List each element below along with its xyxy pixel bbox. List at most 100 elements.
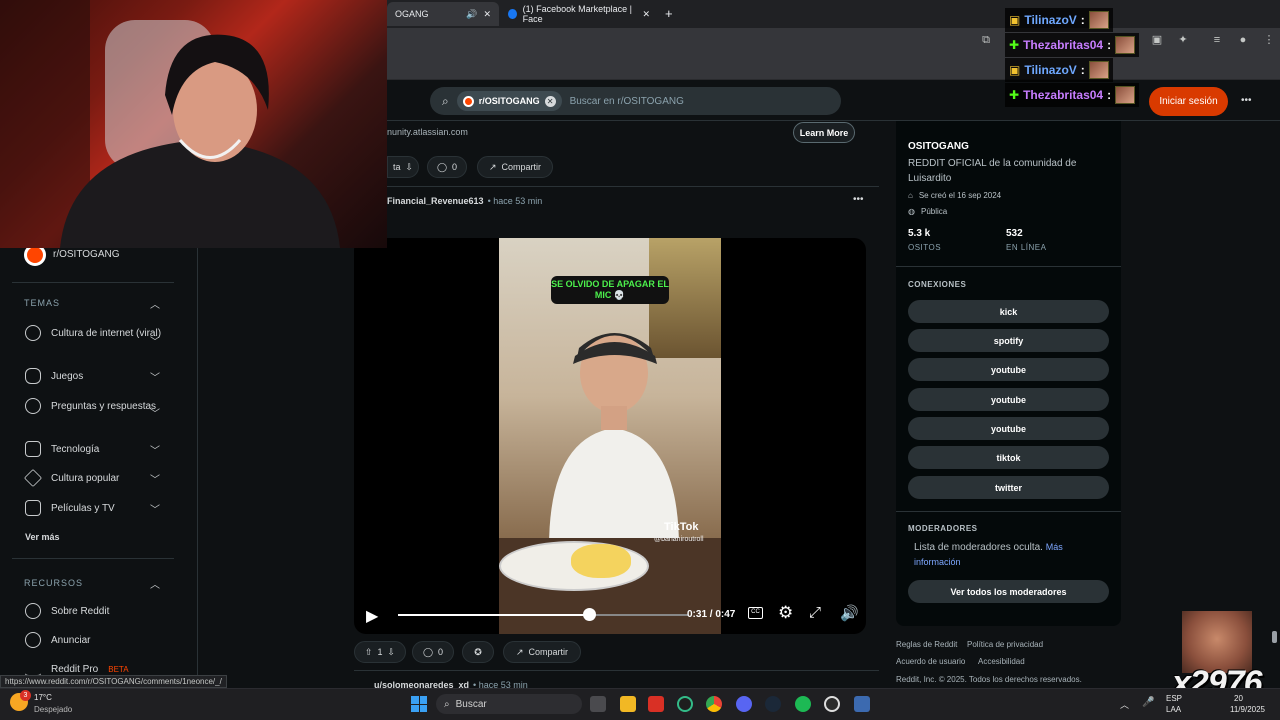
footer-link-accessibility[interactable]: Accesibilidad <box>978 657 1025 666</box>
recursos-header[interactable]: RECURSOS <box>24 578 83 588</box>
current-subreddit-link[interactable]: r/OSITOGANG <box>53 249 120 260</box>
sidebar-item-label: Cultura de internet (viral) <box>51 327 162 339</box>
chevron-down-icon[interactable]: ﹀ <box>150 501 160 516</box>
divider <box>896 266 1121 267</box>
smile-icon <box>25 325 41 341</box>
progress-thumb[interactable] <box>583 608 597 621</box>
chevron-up-icon[interactable]: ︿ <box>150 576 160 591</box>
connection-twitter[interactable]: twitter <box>908 476 1109 499</box>
share-label: Compartir <box>528 647 569 657</box>
connection-kick[interactable]: kick <box>908 300 1109 323</box>
comments-button[interactable]: ◯ 0 <box>412 641 454 663</box>
fullscreen-icon[interactable]: ⤢ <box>809 604 821 621</box>
award-icon: ✪ <box>474 646 482 657</box>
downvote-icon[interactable]: ⇩ <box>405 162 413 173</box>
language-indicator[interactable]: ESP <box>1166 694 1182 703</box>
share-button[interactable]: ↗ Compartir <box>503 641 581 663</box>
chevron-down-icon[interactable]: ﹀ <box>150 442 160 457</box>
vote-button[interactable]: ⇧ 1 ⇩ <box>354 641 406 663</box>
file-explorer-icon[interactable] <box>620 696 636 712</box>
task-view-icon[interactable] <box>590 696 606 712</box>
audio-icon[interactable]: 🔊 <box>466 9 477 20</box>
clock-time[interactable]: 20 <box>1234 694 1243 703</box>
connection-tiktok[interactable]: tiktok <box>908 446 1109 469</box>
view-moderators-button[interactable]: Ver todos los moderadores <box>908 580 1109 603</box>
scrollbar-thumb[interactable] <box>1272 631 1277 643</box>
footer-link-agreement[interactable]: Acuerdo de usuario <box>896 657 965 666</box>
close-tab-icon[interactable]: ✕ <box>483 9 491 20</box>
sidebar-item-label: Preguntas y respuestas <box>51 400 157 412</box>
new-tab-button[interactable]: + <box>665 6 673 21</box>
search-icon: ⌕ <box>442 93 449 108</box>
sidebar-item-sobre-reddit[interactable]: Sobre Reddit <box>25 603 165 619</box>
spotify-icon[interactable] <box>795 696 811 712</box>
calculator-icon[interactable] <box>854 696 870 712</box>
settings-icon[interactable]: ⚙ <box>778 603 793 623</box>
sidebar-item-tecnologia[interactable]: Tecnología <box>25 441 165 457</box>
browser-tab-facebook[interactable]: (1) Facebook Marketplace | Face ✕ <box>500 2 658 26</box>
chrome-icon[interactable] <box>706 696 722 712</box>
subreddit-chip-label: r/OSITOGANG <box>478 96 540 106</box>
connection-spotify[interactable]: spotify <box>908 329 1109 352</box>
chevron-down-icon[interactable]: ﹀ <box>150 405 160 420</box>
search-input[interactable]: Buscar en r/OSITOGANG <box>570 96 684 107</box>
reddit-icon <box>25 603 41 619</box>
chat-separator: : <box>1080 13 1085 27</box>
ad-url[interactable]: nunity.atlassian.com <box>387 127 468 137</box>
chevron-up-icon[interactable]: ︿ <box>150 296 160 311</box>
browser-tab-active[interactable]: OGANG 🔊 ✕ <box>387 2 499 26</box>
sidebar-item-peliculas[interactable]: Películas y TV <box>25 500 165 516</box>
chat-user: Thezabritas04 <box>1023 88 1104 102</box>
chevron-down-icon[interactable]: ﹀ <box>150 471 160 486</box>
tray-chevron-icon[interactable]: ︿ <box>1120 698 1129 711</box>
sidebar-item-cultura-popular[interactable]: Cultura popular <box>23 468 165 488</box>
chevron-down-icon[interactable]: ﹀ <box>150 333 160 348</box>
footer-link-rules[interactable]: Reglas de Reddit <box>896 640 957 649</box>
award-button[interactable]: ✪ <box>462 641 494 663</box>
post-author[interactable]: Financial_Revenue613 <box>387 196 484 206</box>
volume-icon[interactable]: 🔊 <box>840 604 859 622</box>
learn-more-button[interactable]: Learn More <box>793 122 855 143</box>
ver-mas-link[interactable]: Ver más <box>25 532 60 542</box>
clear-icon[interactable]: ✕ <box>544 95 556 107</box>
connection-youtube-3[interactable]: youtube <box>908 417 1109 440</box>
captions-icon[interactable]: CC <box>748 607 763 619</box>
ad-comments-button[interactable]: ◯ 0 <box>427 156 467 178</box>
search-icon: ⌕ <box>444 698 450 710</box>
temas-header[interactable]: TEMAS <box>24 298 60 308</box>
ad-share-button[interactable]: ↗ Compartir <box>477 156 553 178</box>
footer-link-privacy[interactable]: Política de privacidad <box>967 640 1043 649</box>
connection-youtube-1[interactable]: youtube <box>908 358 1109 381</box>
sidebar-item-juegos[interactable]: Juegos <box>25 368 165 384</box>
subreddit-chip[interactable]: r/OSITOGANG ✕ <box>456 91 562 111</box>
connection-youtube-2[interactable]: youtube <box>908 388 1109 411</box>
video-time: 0:31 / 0:47 <box>687 609 736 620</box>
install-icon[interactable]: ⧉ <box>979 33 993 47</box>
chevron-down-icon[interactable]: ﹀ <box>150 369 160 384</box>
taskbar-search[interactable]: ⌕ Buscar <box>436 694 582 714</box>
obs-icon[interactable] <box>824 696 840 712</box>
moderators-note: Lista de moderadores oculta. Más informa… <box>914 540 1084 570</box>
ad-vote-button[interactable]: ta ⇩ <box>387 156 419 178</box>
windows-taskbar <box>0 688 1280 720</box>
tiktok-watermark: TikTok <box>664 521 699 533</box>
clock-date: 11/9/2025 <box>1230 705 1265 714</box>
play-icon[interactable]: ▶ <box>366 606 378 626</box>
steam-icon[interactable] <box>765 696 781 712</box>
app-red-icon[interactable] <box>648 696 664 712</box>
xbox-icon[interactable] <box>677 696 693 712</box>
streamer-figure <box>0 0 340 248</box>
sidebar-item-preguntas[interactable]: Preguntas y respuestas <box>25 398 165 414</box>
search-bar[interactable]: ⌕ r/OSITOGANG ✕ Buscar en r/OSITOGANG <box>430 87 841 115</box>
post-options-icon[interactable]: ••• <box>853 194 864 205</box>
upvote-icon[interactable]: ⇧ <box>365 647 373 658</box>
weather-temp[interactable]: 17°C <box>34 693 52 702</box>
windows-start-icon[interactable] <box>411 696 427 712</box>
downvote-icon[interactable]: ⇩ <box>388 647 396 658</box>
video-player[interactable]: SE OLVIDO DE APAGAR EL MIC 💀 TikTok @ban… <box>354 238 866 634</box>
sidebar-item-anunciar[interactable]: Anunciar <box>25 632 165 648</box>
sidebar-item-cultura-internet[interactable]: Cultura de internet (viral) <box>25 325 165 341</box>
mic-icon[interactable]: 🎤 <box>1142 697 1154 708</box>
close-tab-icon[interactable]: ✕ <box>642 9 650 20</box>
discord-icon[interactable] <box>736 696 752 712</box>
